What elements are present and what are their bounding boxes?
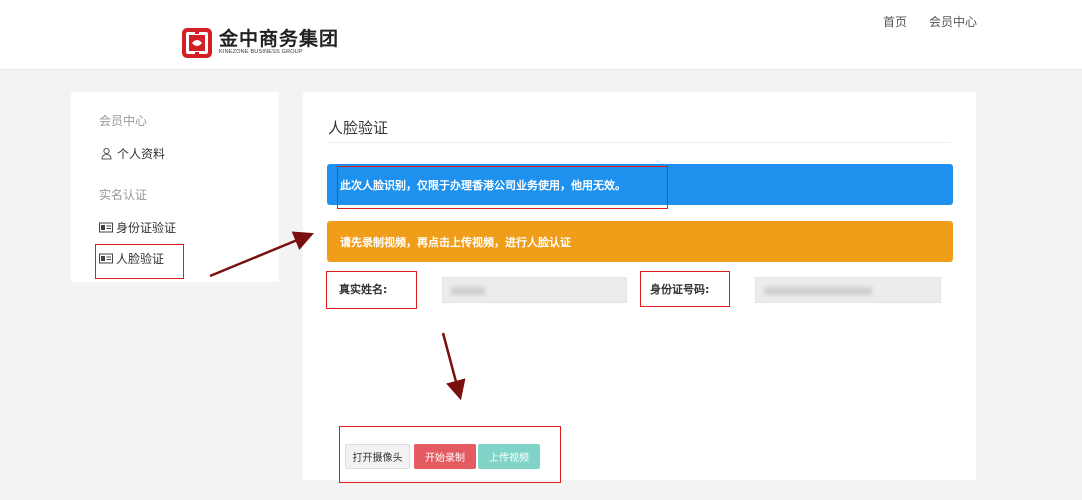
notice-orange-banner: 请先录制视频，再点击上传视频，进行人脸认证 [327,221,953,262]
logo-chinese-text: 金中商务集团 [219,28,340,51]
sidebar-item-face-verify[interactable]: 人脸验证 [99,250,164,267]
open-camera-button[interactable]: 打开摄像头 [345,444,410,469]
sidebar-item-label: 人脸验证 [116,252,165,266]
start-recording-button[interactable]: 开始录制 [414,444,476,469]
page-title: 人脸验证 [328,119,389,137]
sidebar-group-member: 会员中心 [99,114,148,128]
redacted-value [451,287,485,295]
top-header: 金中商务集团 KINEZONE BUSINESS GROUP 首页 会员中心 [0,0,1082,70]
user-icon [100,147,113,160]
sidebar-item-id-verify[interactable]: 身份证验证 [99,219,176,236]
notice-orange-text: 请先录制视频，再点击上传视频，进行人脸认证 [340,235,571,249]
sidebar-item-profile[interactable]: 个人资料 [100,145,165,162]
logo-mark-icon [181,27,213,59]
id-number-label: 身份证号码: [650,283,710,296]
sidebar-item-label: 身份证验证 [116,221,177,235]
company-logo[interactable]: 金中商务集团 KINEZONE BUSINESS GROUP [181,27,339,59]
redacted-value [764,287,872,295]
main-panel: 人脸验证 此次人脸识别，仅限于办理香港公司业务使用，他用无效。 请先录制视频，再… [303,92,976,480]
sidebar: 会员中心 个人资料 实名认证 身份证验证 人脸验证 [71,92,279,282]
id-card-icon [99,221,113,234]
id-number-field[interactable] [755,277,941,303]
logo-english-text: KINEZONE BUSINESS GROUP [219,49,303,56]
id-card-icon [99,252,113,265]
sidebar-group-realname: 实名认证 [99,188,148,202]
upload-video-button[interactable]: 上传视频 [478,444,540,469]
real-name-field[interactable] [442,277,627,303]
title-divider [328,142,951,143]
sidebar-item-label: 个人资料 [117,147,166,161]
real-name-label: 真实姓名: [339,283,388,296]
nav-home-link[interactable]: 首页 [883,13,907,30]
nav-member-center-link[interactable]: 会员中心 [929,13,977,30]
notice-blue-banner: 此次人脸识别，仅限于办理香港公司业务使用，他用无效。 [327,164,953,205]
notice-blue-text: 此次人脸识别，仅限于办理香港公司业务使用，他用无效。 [340,178,626,192]
top-nav: 首页 会员中心 [883,13,977,30]
